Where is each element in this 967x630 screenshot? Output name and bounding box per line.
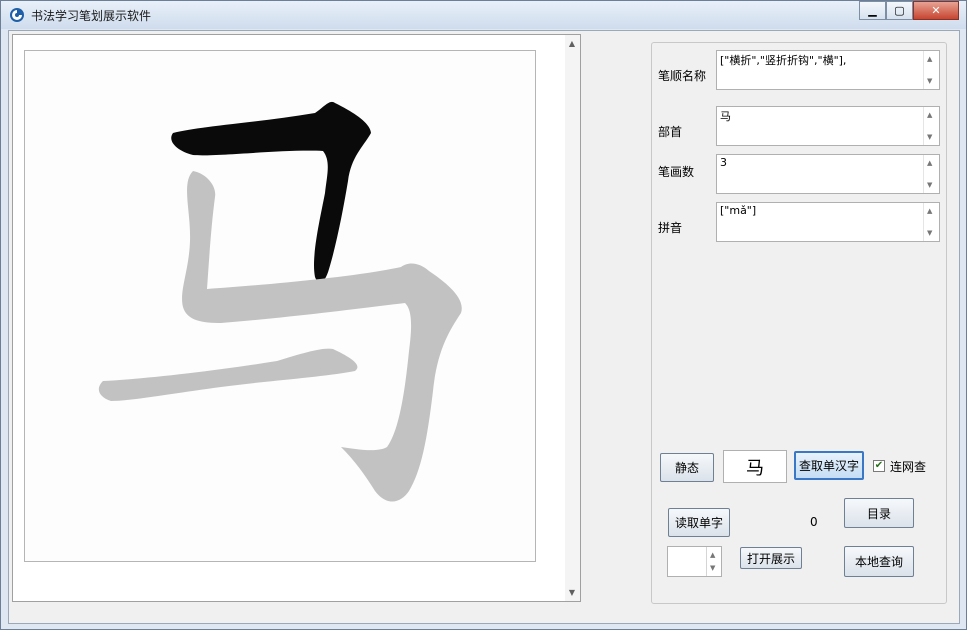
lookup-char-button[interactable]: 查取单汉字 [794, 451, 864, 480]
local-query-button[interactable]: 本地查询 [844, 546, 914, 577]
title-bar: 书法学习笔划展示软件 ▁ ▢ ✕ [1, 1, 966, 29]
minimize-icon: ▁ [868, 4, 877, 17]
maximize-button[interactable]: ▢ [886, 1, 913, 20]
online-checkbox[interactable]: ✔ [873, 460, 885, 472]
window-controls: ▁ ▢ ✕ [859, 1, 959, 21]
pinyin-label: 拼音 [658, 221, 683, 235]
pinyin-scrollbar[interactable]: ▲ ▼ [923, 203, 939, 241]
radical-scrollbar[interactable]: ▲ ▼ [923, 107, 939, 145]
radical-label: 部首 [658, 125, 683, 139]
character-drawing [98, 101, 462, 502]
canvas-vertical-scrollbar[interactable]: ▲ ▼ [565, 35, 580, 601]
catalog-button[interactable]: 目录 [844, 498, 914, 528]
spinner-input[interactable]: ▲ ▼ [667, 546, 722, 577]
character-canvas [24, 50, 536, 562]
app-icon [10, 8, 24, 22]
info-group: 笔顺名称 ["横折","竖折折钩","横"], ▲ ▼ 部首 马 ▲ ▼ 笔画数 3… [651, 42, 947, 604]
radical-value: 马 [720, 110, 731, 123]
pinyin-field[interactable]: ["mǎ"] ▲ ▼ [716, 202, 940, 242]
stroke-display-panel: ▲ ▼ [12, 34, 581, 602]
stroke-count-value: 3 [720, 156, 727, 169]
stroke-order-label: 笔顺名称 [658, 69, 707, 83]
stroke-heng [98, 348, 358, 401]
window-title: 书法学习笔划展示软件 [31, 9, 152, 23]
counter-value: 0 [810, 515, 818, 529]
static-button[interactable]: 静态 [660, 453, 714, 482]
scroll-down-arrow-icon[interactable]: ▼ [567, 588, 577, 597]
maximize-icon: ▢ [894, 4, 905, 17]
minimize-button[interactable]: ▁ [859, 1, 886, 20]
online-checkbox-label: 连网查 [890, 460, 927, 474]
stroke-order-value: ["横折","竖折折钩","横"], [720, 54, 847, 67]
char-input[interactable]: 马 [723, 450, 787, 483]
scroll-up-arrow-icon[interactable]: ▲ [567, 39, 577, 48]
read-char-button[interactable]: 读取单字 [668, 508, 730, 537]
close-icon: ✕ [931, 4, 941, 17]
stroke-order-field[interactable]: ["横折","竖折折钩","横"], ▲ ▼ [716, 50, 940, 90]
checkmark-icon: ✔ [874, 460, 884, 471]
stroke-count-scrollbar[interactable]: ▲ ▼ [923, 155, 939, 193]
main-window: 书法学习笔划展示软件 ▁ ▢ ✕ ▲ ▼ 笔顺名称 ["横折","竖折折钩","… [0, 0, 967, 630]
open-show-button[interactable]: 打开展示 [740, 547, 802, 569]
status-bar [12, 604, 581, 621]
spinner-arrows[interactable]: ▲ ▼ [706, 547, 721, 576]
radical-field[interactable]: 马 ▲ ▼ [716, 106, 940, 146]
stroke-count-field[interactable]: 3 ▲ ▼ [716, 154, 940, 194]
pinyin-value: ["mǎ"] [720, 204, 757, 217]
close-button[interactable]: ✕ [913, 1, 959, 20]
stroke-count-label: 笔画数 [658, 165, 695, 179]
stroke-order-scrollbar[interactable]: ▲ ▼ [923, 51, 939, 89]
client-area: ▲ ▼ 笔顺名称 ["横折","竖折折钩","横"], ▲ ▼ 部首 马 ▲ ▼ 笔… [8, 30, 960, 624]
